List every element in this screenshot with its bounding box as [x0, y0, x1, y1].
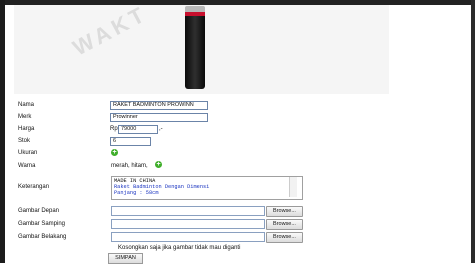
simpan-button[interactable]: SIMPAN	[108, 253, 143, 264]
gambar-samping-browse-button[interactable]: Browse...	[266, 219, 303, 230]
gambar-depan-browse-button[interactable]: Browse...	[266, 206, 303, 217]
stok-field[interactable]: 6	[110, 137, 151, 146]
currency-prefix: Rp	[110, 126, 118, 132]
gambar-depan-file-field[interactable]	[111, 206, 265, 216]
racket-band	[185, 12, 205, 16]
add-color-icon[interactable]: +	[155, 161, 162, 168]
gambar-belakang-browse-button[interactable]: Browse...	[266, 232, 303, 243]
textarea-scrollbar[interactable]	[289, 177, 297, 197]
keterangan-textarea[interactable]: MADE IN CHINA Raket Badminton Dengan Dim…	[111, 176, 303, 200]
stok-label: Stok	[18, 138, 31, 144]
nama-label: Nama	[18, 102, 35, 108]
add-size-icon[interactable]: +	[111, 149, 118, 156]
warna-label: Warna	[18, 163, 36, 169]
warna-value: merah, hitam,	[111, 163, 148, 169]
gambar-samping-label: Gambar Samping	[18, 221, 66, 227]
harga-label: Harga	[18, 126, 35, 132]
merk-label: Merk	[18, 114, 32, 120]
gambar-depan-label: Gambar Depan	[18, 208, 60, 214]
window-right-frame	[471, 0, 475, 263]
gambar-samping-file-field[interactable]	[111, 219, 265, 229]
harga-suffix: ,-	[159, 126, 163, 132]
harga-field[interactable]: 79000	[118, 125, 158, 134]
window-left-frame	[0, 0, 5, 263]
keterangan-line-3: Panjang : 58cm	[114, 190, 159, 196]
gambar-belakang-file-field[interactable]	[111, 232, 265, 242]
gambar-belakang-label: Gambar Belakang	[18, 234, 67, 240]
image-hint-text: Kosongkan saja jika gambar tidak mau dig…	[118, 245, 241, 251]
badminton-racket-handle-icon	[185, 6, 205, 89]
nama-field[interactable]: RAKET BADMINTON PROWINN	[110, 101, 208, 110]
ukuran-label: Ukuran	[18, 150, 38, 156]
keterangan-label: Keterangan	[18, 184, 50, 190]
merk-field[interactable]: Prowinner	[110, 113, 208, 122]
